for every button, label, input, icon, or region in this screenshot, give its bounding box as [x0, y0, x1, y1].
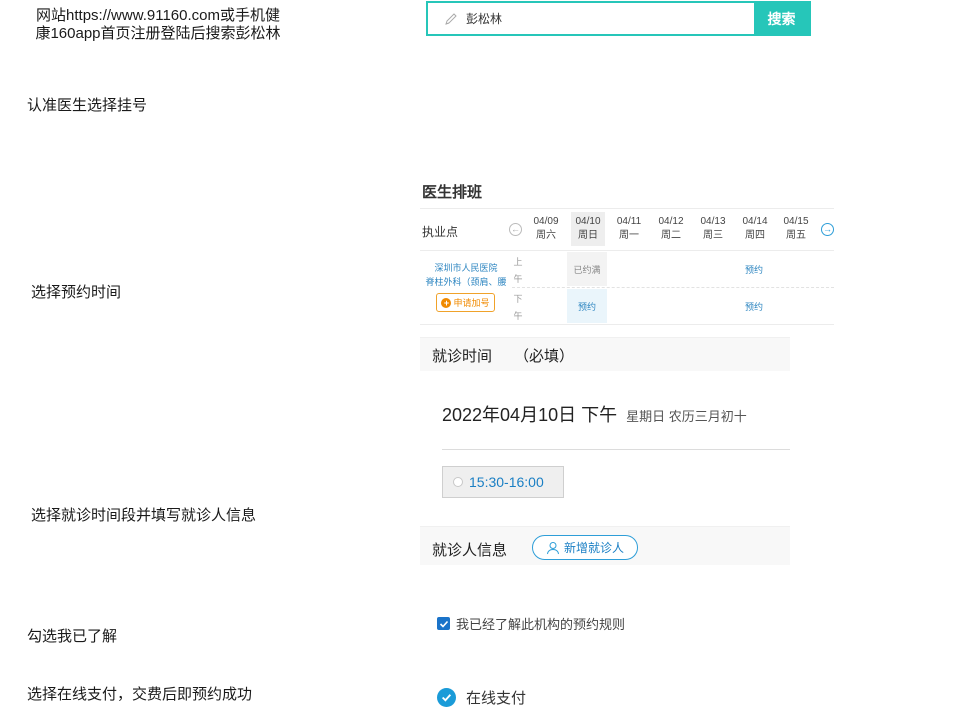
add-patient-button[interactable]: 新增就诊人	[532, 535, 638, 560]
visit-time-label: 就诊时间	[432, 348, 493, 365]
step-1-line-1: 网站https://www.91160.com或手机健	[36, 7, 280, 24]
department-name: 脊柱外科（颈肩、腰	[425, 277, 507, 287]
user-icon	[546, 541, 559, 554]
time-slot-label: 15:30-16:00	[469, 474, 544, 490]
step-3-instruction: 选择预约时间	[31, 284, 122, 301]
day-date: 04/15	[783, 216, 809, 227]
day-weekday: 周二	[661, 230, 681, 241]
online-payment-option[interactable]: 在线支付	[437, 687, 526, 708]
afternoon-label: 下 午	[512, 291, 524, 325]
hospital-link[interactable]: 深圳市人民医院 脊柱外科（颈肩、腰	[420, 261, 512, 289]
day-date: 04/11	[616, 216, 642, 227]
online-payment-label: 在线支付	[466, 690, 527, 707]
day-0409[interactable]: 04/09 周六	[529, 212, 563, 246]
morning-label: 上 午	[512, 254, 524, 288]
selected-date: 2022年04月10日 下午 星期日 农历三月初十	[442, 401, 747, 427]
schedule-table: 执业点 ← 04/09 周六 04/10 周日 04/11 周一 04/12 周…	[420, 208, 834, 325]
schedule-header-row: 执业点 ← 04/09 周六 04/10 周日 04/11 周一 04/12 周…	[420, 209, 834, 251]
apply-add-number-button[interactable]: + 申请加号	[436, 293, 495, 312]
day-0411[interactable]: 04/11 周一	[612, 212, 646, 246]
afternoon-label-1: 下	[513, 294, 523, 304]
agreement-checkbox[interactable]	[437, 617, 450, 630]
day-0412[interactable]: 04/12 周二	[654, 212, 688, 246]
day-date: 04/14	[742, 216, 768, 227]
prev-week-arrow-icon[interactable]: ←	[509, 223, 522, 236]
search-button[interactable]: 搜索	[754, 3, 809, 34]
patient-title: 就诊人信息	[432, 542, 508, 559]
day-0414[interactable]: 04/14 周四	[738, 212, 772, 246]
next-week-arrow-icon[interactable]: →	[821, 223, 834, 236]
period-divider	[512, 287, 834, 288]
step-1-instruction: 网站https://www.91160.com或手机健 康160app首页注册登…	[10, 7, 306, 43]
radio-icon	[453, 477, 463, 487]
morning-label-1: 上	[513, 257, 523, 267]
agreement-row: 我已经了解此机构的预约规则	[437, 614, 625, 633]
day-date: 04/12	[658, 216, 684, 227]
visit-time-title: 就诊时间 （必填）	[432, 345, 574, 366]
schedule-title: 医生排班	[422, 184, 483, 201]
step-6-instruction: 选择在线支付，交费后即预约成功	[27, 686, 253, 703]
required-label: （必填）	[514, 348, 575, 365]
day-weekday: 周日	[578, 230, 598, 241]
time-slot-option[interactable]: 15:30-16:00	[442, 466, 564, 498]
day-0410[interactable]: 04/10 周日	[571, 212, 605, 246]
step-1-line-2: 康160app首页注册登陆后搜索彭松林	[35, 25, 281, 42]
day-date: 04/09	[533, 216, 559, 227]
check-circle-icon	[437, 688, 456, 707]
divider	[442, 449, 790, 450]
hospital-name: 深圳市人民医院	[434, 263, 498, 273]
plus-icon: +	[441, 297, 452, 308]
day-weekday: 周五	[786, 230, 806, 241]
afternoon-label-2: 午	[513, 311, 523, 321]
step-5-instruction: 勾选我已了解	[27, 628, 118, 645]
slot-thu-pm-book[interactable]: 预约	[734, 289, 774, 323]
agreement-label: 我已经了解此机构的预约规则	[456, 617, 626, 632]
slot-sun-pm-book[interactable]: 预约	[567, 289, 607, 323]
day-weekday: 周一	[619, 230, 639, 241]
slot-thu-am-book[interactable]: 预约	[734, 252, 774, 286]
step-2-instruction: 认准医生选择挂号	[27, 97, 148, 114]
location-label: 执业点	[422, 225, 459, 239]
search-input[interactable]: 彭松林	[428, 3, 754, 34]
day-date: 04/13	[700, 216, 726, 227]
slot-sun-am-full: 已约满	[567, 252, 607, 286]
add-patient-label: 新增就诊人	[563, 541, 624, 555]
day-date: 04/10	[575, 216, 601, 227]
pencil-icon	[445, 12, 457, 25]
morning-label-2: 午	[513, 274, 523, 284]
day-0413[interactable]: 04/13 周三	[696, 212, 730, 246]
step-4-instruction: 选择就诊时间段并填写就诊人信息	[31, 507, 257, 524]
patient-section-header: 就诊人信息 新增就诊人	[420, 526, 790, 565]
day-weekday: 周三	[703, 230, 723, 241]
selected-date-main: 2022年04月10日 下午	[442, 405, 618, 425]
checkmark-icon	[439, 620, 448, 628]
selected-date-sub: 星期日 农历三月初十	[626, 409, 747, 424]
apply-add-number-label: 申请加号	[453, 298, 490, 308]
day-weekday: 周四	[745, 230, 765, 241]
search-value: 彭松林	[466, 12, 503, 26]
visit-time-section-header: 就诊时间 （必填）	[420, 337, 790, 371]
search-bar: 彭松林 搜索	[426, 1, 811, 36]
day-weekday: 周六	[536, 230, 556, 241]
day-0415[interactable]: 04/15 周五	[779, 212, 813, 246]
